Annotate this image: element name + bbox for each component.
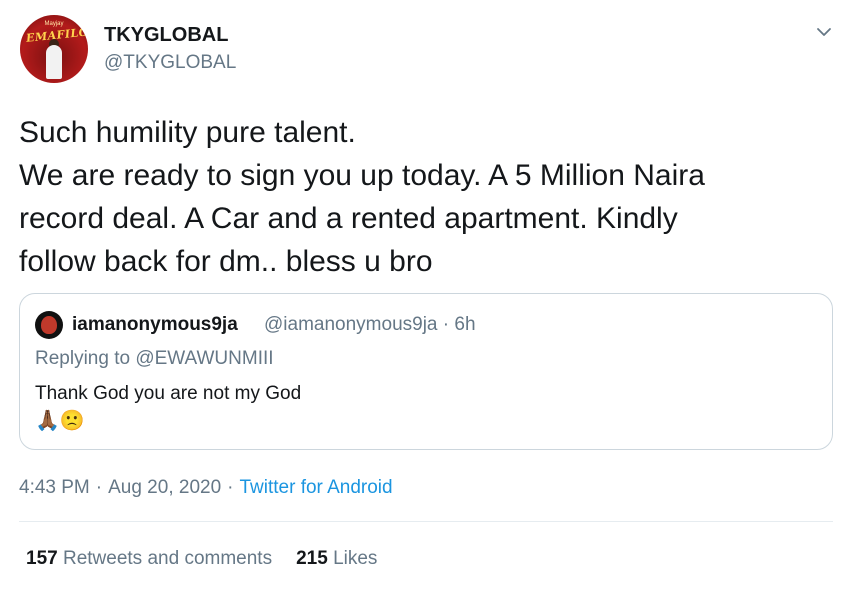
meta-separator: · [227,477,234,498]
likes-count: 215 [296,548,328,569]
quoted-tweet-card[interactable]: iamanonymous9ja @iamanonymous9ja · 6h Re… [19,293,833,450]
quoted-display-name: iamanonymous9ja [72,314,238,335]
avatar-figure-body [46,45,62,79]
tweet-line: We are ready to sign you up today. A 5 M… [19,159,705,192]
tweet-line: follow back for dm.. bless u bro [19,245,433,278]
tweet-time[interactable]: 4:43 PM [19,477,90,498]
likes-stat[interactable]: 215 Likes [296,548,377,570]
divider [19,521,833,522]
author-avatar[interactable]: Mayjay EMAFILOMI [20,15,88,83]
quoted-emojis: 🙏🏾🙁 [35,410,85,432]
tweet-line: Such humility pure talent. [19,116,356,149]
meta-separator: · [95,477,103,498]
tweet-stats: 157 Retweets and comments 215 Likes [26,548,377,570]
retweets-stat[interactable]: 157 Retweets and comments [26,548,272,570]
author-handle[interactable]: @TKYGLOBAL [104,52,236,74]
quoted-replying-to: Replying to @EWAWUNMIII [35,348,274,369]
quoted-avatar [35,311,63,339]
likes-label: Likes [333,548,378,569]
tweet-text: Such humility pure talent. We are ready … [19,111,819,283]
retweets-label: Retweets and comments [62,548,273,569]
author-display-name[interactable]: TKYGLOBAL [104,24,228,47]
tweet-meta: 4:43 PM · Aug 20, 2020 · Twitter for Android [19,477,393,499]
tweet-line: record deal. A Car and a rented apartmen… [19,202,678,235]
quoted-handle-time: @iamanonymous9ja · 6h [264,314,476,335]
tweet-date[interactable]: Aug 20, 2020 [108,477,221,498]
quoted-text: Thank God you are not my God [35,383,302,404]
chevron-down-icon[interactable] [814,22,834,42]
retweets-count: 157 [26,548,58,569]
tweet-source-link[interactable]: Twitter for Android [239,477,392,498]
